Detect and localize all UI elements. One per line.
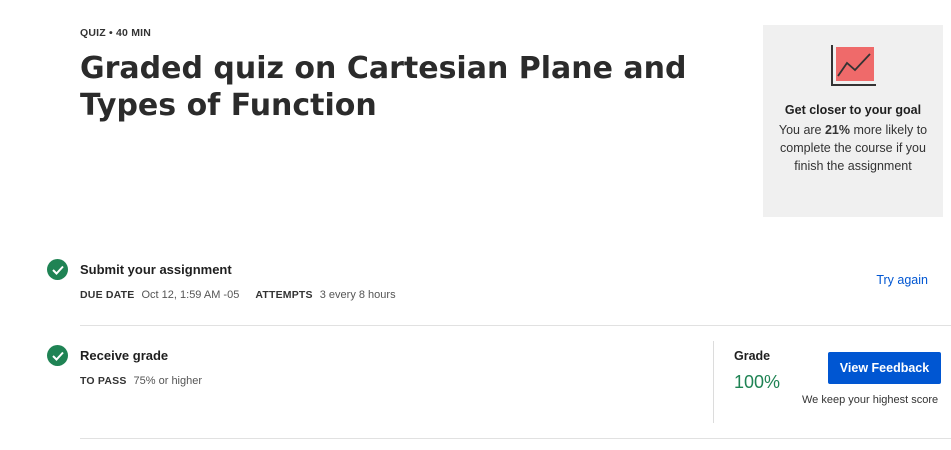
grade-value: 100% — [734, 372, 781, 392]
view-feedback-button[interactable]: View Feedback — [828, 352, 941, 384]
goal-text: You are 21% more likely to complete the … — [778, 123, 928, 173]
due-date-label: DUE DATE — [80, 289, 135, 301]
try-again-link[interactable]: Try again — [876, 273, 928, 287]
check-icon — [47, 345, 68, 366]
divider — [80, 325, 951, 326]
pass-details: TO PASS 75% or higher — [80, 375, 202, 387]
item-meta: QUIZ • 40 MIN — [80, 27, 152, 39]
to-pass-label: TO PASS — [80, 375, 127, 387]
submit-title: Submit your assignment — [80, 262, 232, 277]
due-date-value: Oct 12, 1:59 AM -05 — [141, 289, 240, 301]
to-pass-value: 75% or higher — [133, 375, 203, 387]
highest-score-note: We keep your highest score — [802, 394, 939, 406]
submit-details: DUE DATE Oct 12, 1:59 AM -05 ATTEMPTS 3 … — [80, 289, 396, 301]
divider — [80, 438, 951, 439]
goal-title: Get closer to your goal — [784, 103, 922, 117]
goal-card: Get closer to your goal You are 21% more… — [763, 25, 943, 217]
attempts-label: ATTEMPTS — [255, 289, 313, 301]
page-title: Graded quiz on Cartesian Plane and Types… — [80, 51, 687, 123]
grade-label: Grade — [734, 349, 771, 363]
receive-grade-title: Receive grade — [80, 348, 169, 363]
check-icon — [47, 259, 68, 280]
goal-percent: 21% — [824, 123, 851, 137]
vertical-divider — [713, 341, 714, 423]
attempts-value: 3 every 8 hours — [319, 289, 396, 301]
trend-chart-icon — [831, 45, 876, 86]
